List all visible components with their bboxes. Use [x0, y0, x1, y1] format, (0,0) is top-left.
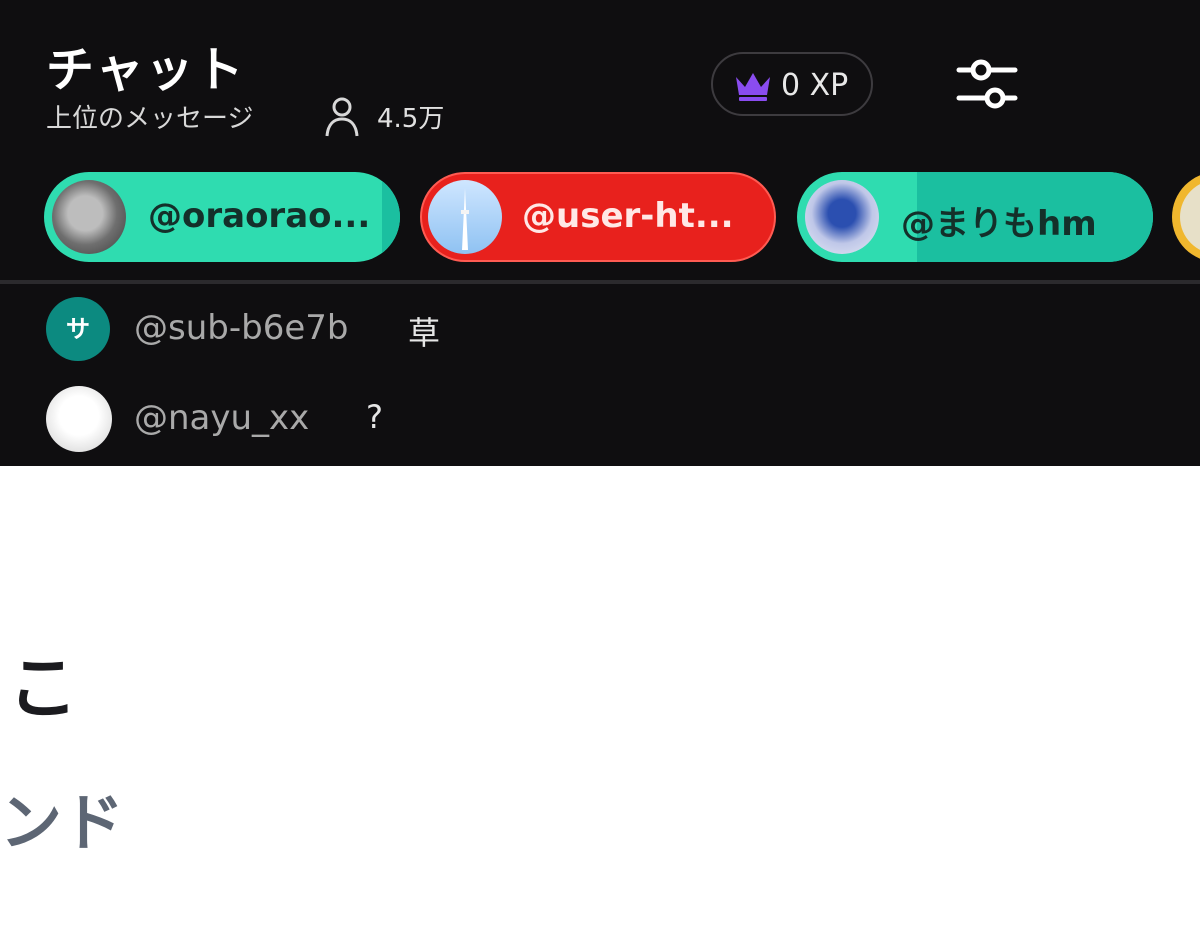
- message-text: ?: [366, 398, 383, 436]
- pinned-chip[interactable]: @oraorao...: [44, 172, 400, 262]
- message-author[interactable]: @nayu_xx: [134, 398, 309, 438]
- viewer-count: 4.5万: [377, 104, 445, 134]
- sliders-icon[interactable]: [955, 56, 1019, 112]
- avatar: サ: [46, 297, 110, 361]
- message-author[interactable]: @sub-b6e7b: [134, 308, 348, 348]
- avatar: [1180, 180, 1200, 254]
- section-heading: ンド: [0, 786, 125, 859]
- avatar: [46, 386, 112, 452]
- chat-mode-label[interactable]: 上位のメッセージ: [46, 98, 253, 135]
- avatar: [428, 180, 502, 254]
- divider: [0, 280, 1200, 284]
- pinned-chip[interactable]: @まりもhm: [797, 172, 1153, 262]
- xp-button[interactable]: 0 XP: [711, 52, 873, 116]
- message-text: 草: [408, 314, 441, 352]
- pinned-chip[interactable]: [1172, 172, 1200, 262]
- person-icon: [325, 97, 359, 137]
- crown-icon: [736, 73, 770, 101]
- tower-icon: [461, 188, 469, 250]
- pinned-chip-label: @まりもhm: [901, 204, 1097, 244]
- pinned-chip-label: @oraorao...: [148, 196, 371, 236]
- avatar: [805, 180, 879, 254]
- page-heading: こ: [8, 647, 78, 729]
- pinned-chip[interactable]: @user-ht...: [420, 172, 776, 262]
- chat-title: チャット: [46, 42, 246, 98]
- xp-label: 0 XP: [781, 68, 849, 103]
- avatar: [52, 180, 126, 254]
- chat-panel: チャット 上位のメッセージ 4.5万 0 XP @oraorao... @use: [0, 0, 1200, 466]
- pinned-chip-label: @user-ht...: [522, 196, 734, 236]
